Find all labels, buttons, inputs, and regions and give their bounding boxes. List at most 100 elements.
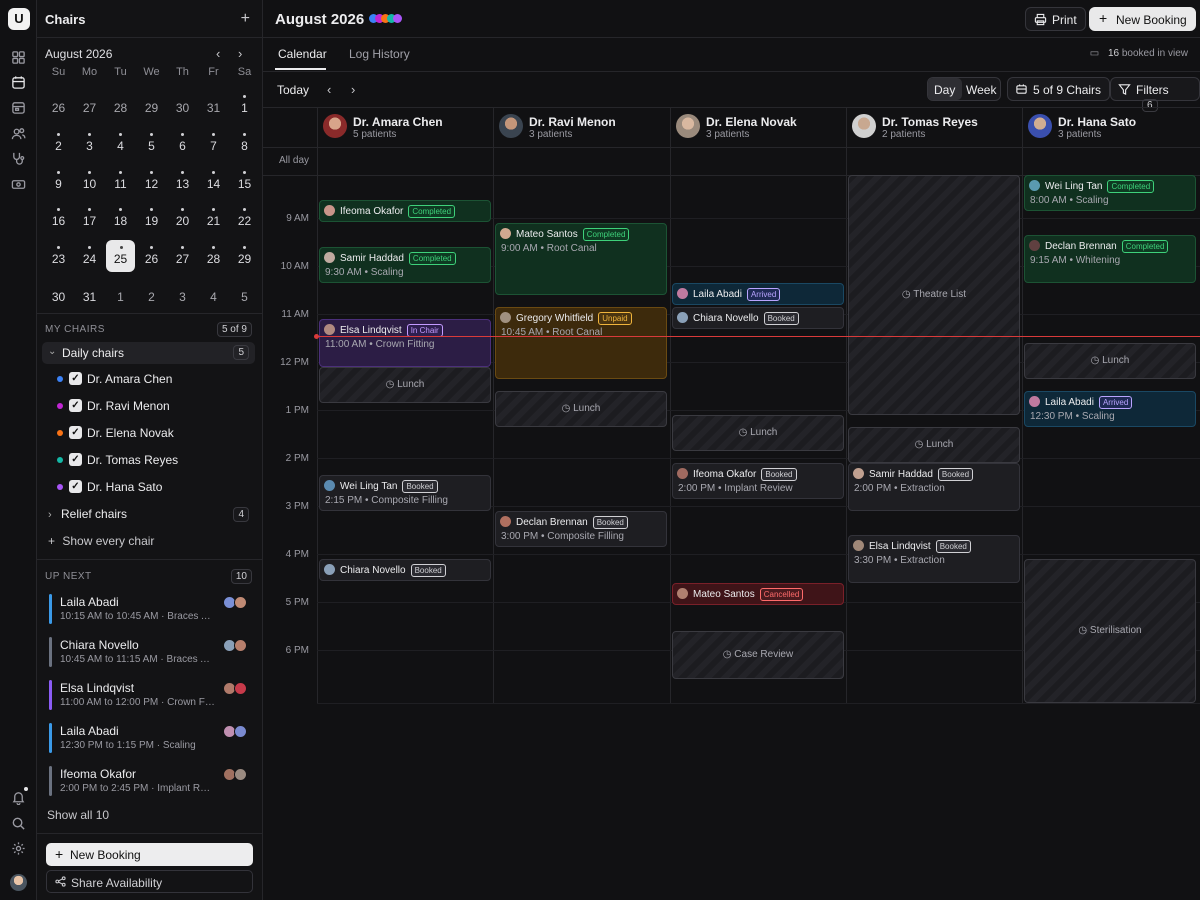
up-next-item[interactable]: Laila Abadi 12:30 PM to 1:15 PM · Scaling	[49, 723, 249, 755]
appointment-card[interactable]: Elsa Lindqvist In Chair 11:00 AM • Crown F…	[319, 319, 491, 367]
calendar-day[interactable]: 28	[105, 87, 136, 125]
calendar-day[interactable]: 2	[136, 276, 167, 314]
tab-log-history[interactable]: Log History	[349, 47, 410, 61]
chair-item[interactable]: ✓ Dr. Tomas Reyes	[57, 450, 252, 470]
blocked-slot[interactable]: ◷ Lunch	[1024, 343, 1196, 379]
calendar-day[interactable]: 31	[74, 276, 105, 314]
blocked-slot[interactable]: ◷ Lunch	[495, 391, 667, 427]
stethoscope-icon[interactable]	[11, 151, 26, 166]
new-booking-button[interactable]: + New Booking	[1089, 7, 1196, 31]
appointment-card[interactable]: Laila Abadi Arrived 12:30 PM • Scaling	[1024, 391, 1196, 427]
up-next-item[interactable]: Elsa Lindqvist 11:00 AM to 12:00 PM · Cro…	[49, 680, 249, 712]
print-button[interactable]: Print	[1025, 7, 1086, 31]
calendar-day[interactable]: 17	[74, 200, 105, 238]
calendar-day[interactable]: 5	[136, 125, 167, 163]
show-every-chair-button[interactable]: + Show every chair	[48, 534, 154, 548]
billing-icon[interactable]	[11, 177, 26, 192]
chair-item[interactable]: ✓ Dr. Hana Sato	[57, 477, 252, 497]
blocked-slot[interactable]: ◷ Case Review	[672, 631, 844, 679]
up-next-item[interactable]: Ifeoma Okafor 2:00 PM to 2:45 PM · Implan…	[49, 766, 249, 798]
appointment-card[interactable]: Wei Ling Tan Completed 8:00 AM • Scaling	[1024, 175, 1196, 211]
settings-icon[interactable]	[11, 841, 26, 856]
appointment-card[interactable]: Ifeoma Okafor Booked 2:00 PM • Implant Rev…	[672, 463, 844, 499]
filters-button[interactable]: Filters 6	[1110, 77, 1200, 112]
calendar-day[interactable]: 26	[136, 238, 167, 276]
blocked-slot[interactable]: ◷ Lunch	[319, 367, 491, 403]
calendar-day[interactable]: 9	[43, 163, 74, 201]
calendar-day-selected[interactable]: 25	[106, 240, 135, 273]
up-next-item[interactable]: Chiara Novello 10:45 AM to 11:15 AM · Bra…	[49, 637, 249, 669]
week-view-button[interactable]: Week	[966, 83, 996, 97]
appointment-card[interactable]: Gregory Whitfield Unpaid 10:45 AM • Root C…	[495, 307, 667, 379]
appointment-card[interactable]: Wei Ling Tan Booked 2:15 PM • Composite Fi…	[319, 475, 491, 511]
calendar-day[interactable]: 16	[43, 200, 74, 238]
next-day-icon[interactable]: ›	[351, 82, 355, 97]
group-daily-chairs[interactable]: ⌄ Daily chairs 5	[42, 342, 255, 364]
doctor-column-header[interactable]: Dr. Elena Novak 3 patients	[670, 107, 846, 147]
calendar-day[interactable]: 21	[198, 200, 229, 238]
prev-day-icon[interactable]: ‹	[327, 82, 331, 97]
calendar-day[interactable]: 11	[105, 163, 136, 201]
calendar-day[interactable]: 31	[198, 87, 229, 125]
doctor-column-header[interactable]: Dr. Amara Chen 5 patients	[317, 107, 493, 147]
calendar-day[interactable]: 14	[198, 163, 229, 201]
patients-icon[interactable]	[11, 126, 26, 141]
calendar-day[interactable]: 7	[198, 125, 229, 163]
calendar-day[interactable]: 8	[229, 125, 260, 163]
checkbox-checked-icon[interactable]: ✓	[69, 480, 82, 493]
calendar-day[interactable]: 3	[74, 125, 105, 163]
blocked-slot[interactable]: ◷ Lunch	[848, 427, 1020, 463]
blocked-slot[interactable]: ◷ Theatre List	[848, 175, 1020, 415]
calendar-day[interactable]: 5	[229, 276, 260, 314]
checkbox-checked-icon[interactable]: ✓	[69, 453, 82, 466]
appointment-card[interactable]: Mateo Santos Cancelled	[672, 583, 844, 605]
calendar-day[interactable]: 13	[167, 163, 198, 201]
checkbox-checked-icon[interactable]: ✓	[69, 426, 82, 439]
calendar-day[interactable]: 4	[198, 276, 229, 314]
sidebar-new-booking-button[interactable]: + New Booking	[46, 843, 253, 866]
appointment-card[interactable]: Mateo Santos Completed 9:00 AM • Root Cana…	[495, 223, 667, 295]
checkbox-checked-icon[interactable]: ✓	[69, 372, 82, 385]
group-relief-chairs[interactable]: › Relief chairs 4	[48, 507, 258, 522]
calendar-day[interactable]: 1	[105, 276, 136, 314]
calendar-day[interactable]: 6	[167, 125, 198, 163]
calendar-day[interactable]: 20	[167, 200, 198, 238]
chevron-left-icon[interactable]: ‹	[216, 46, 220, 61]
chair-item[interactable]: ✓ Dr. Amara Chen	[57, 369, 252, 389]
appointment-card[interactable]: Samir Haddad Completed 9:30 AM • Scaling	[319, 247, 491, 283]
calendar-day[interactable]: 30	[43, 276, 74, 314]
chairs-selector-button[interactable]: 5 of 9 Chairs	[1007, 77, 1111, 101]
chair-item[interactable]: ✓ Dr. Ravi Menon	[57, 396, 252, 416]
appointment-card[interactable]: Ifeoma Okafor Completed	[319, 200, 491, 222]
calendar-day[interactable]: 19	[136, 200, 167, 238]
appointment-card[interactable]: Declan Brennan Completed 9:15 AM • Whiteni…	[1024, 235, 1196, 283]
calendar-day[interactable]: 12	[136, 163, 167, 201]
appointment-card[interactable]: Laila Abadi Arrived	[672, 283, 844, 305]
calendar-day[interactable]: 29	[136, 87, 167, 125]
calendar-day[interactable]: 28	[198, 238, 229, 276]
appointment-card[interactable]: Elsa Lindqvist Booked 3:30 PM • Extraction	[848, 535, 1020, 583]
appointment-card[interactable]: Chiara Novello Booked	[672, 307, 844, 329]
schedule-icon[interactable]	[11, 100, 26, 115]
app-logo[interactable]: U	[8, 8, 30, 30]
calendar-day[interactable]: 2	[43, 125, 74, 163]
calendar-day[interactable]: 26	[43, 87, 74, 125]
up-next-item[interactable]: Laila Abadi 10:15 AM to 10:45 AM · Braces…	[49, 594, 249, 626]
search-icon[interactable]	[11, 816, 26, 831]
doctor-column-header[interactable]: Dr. Hana Sato 3 patients	[1022, 107, 1198, 147]
notifications-icon[interactable]	[11, 787, 28, 805]
add-chair-icon[interactable]: +	[241, 10, 250, 28]
calendar-day[interactable]: 3	[167, 276, 198, 314]
calendar-day[interactable]: 30	[167, 87, 198, 125]
calendar-day[interactable]: 29	[229, 238, 260, 276]
blocked-slot[interactable]: ◷ Lunch	[672, 415, 844, 451]
doctor-column-header[interactable]: Dr. Ravi Menon 3 patients	[493, 107, 669, 147]
calendar-day[interactable]: 22	[229, 200, 260, 238]
calendar-day[interactable]: 23	[43, 238, 74, 276]
appointment-card[interactable]: Declan Brennan Booked 3:00 PM • Composite …	[495, 511, 667, 547]
appointment-card[interactable]: Chiara Novello Booked	[319, 559, 491, 581]
chair-item[interactable]: ✓ Dr. Elena Novak	[57, 423, 252, 443]
calendar-day[interactable]: 4	[105, 125, 136, 163]
calendar-icon[interactable]	[11, 75, 26, 90]
tab-calendar[interactable]: Calendar	[278, 47, 327, 61]
